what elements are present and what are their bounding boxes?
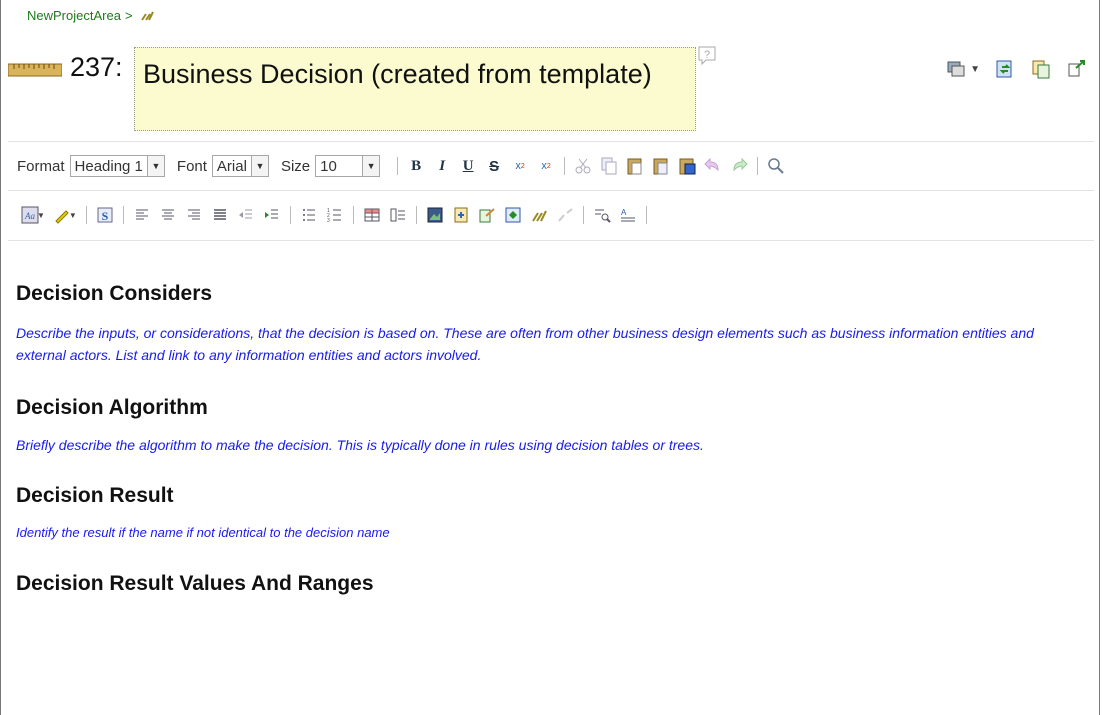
section-heading: Decision Result	[16, 484, 174, 507]
insert-link-icon[interactable]	[474, 204, 500, 226]
align-right-icon[interactable]	[181, 204, 207, 226]
format-select[interactable]: Heading 1 ▼	[69, 155, 165, 177]
breadcrumb: NewProjectArea >	[27, 8, 155, 23]
align-center-icon[interactable]	[155, 204, 181, 226]
toolbar-separator	[582, 206, 584, 224]
toolbar-separator	[757, 157, 759, 175]
svg-text:A: A	[621, 208, 627, 217]
table-icon[interactable]	[359, 204, 385, 226]
section-heading: Decision Result Values And Ranges	[16, 572, 374, 595]
format-select-value: Heading 1	[74, 158, 143, 175]
outdent-icon[interactable]	[233, 204, 259, 226]
divider	[8, 240, 1094, 241]
redo-icon[interactable]	[726, 155, 752, 177]
font-select[interactable]: Arial ▼	[211, 155, 269, 177]
font-label: Font	[176, 157, 207, 175]
breadcrumb-separator: >	[124, 8, 133, 23]
presentation-icon[interactable]: ▼	[946, 58, 980, 80]
table-properties-icon[interactable]	[385, 204, 411, 226]
toolbar-separator	[85, 206, 87, 224]
insert-diagram-icon[interactable]	[500, 204, 526, 226]
document-body[interactable]: Decision Considers Describe the inputs, …	[16, 282, 1086, 596]
insert-artifact-icon[interactable]	[448, 204, 474, 226]
bullet-list-icon[interactable]	[296, 204, 322, 226]
toolbar-separator	[645, 206, 647, 224]
numbered-list-icon[interactable]: 123	[322, 204, 348, 226]
copy-icon[interactable]	[1030, 58, 1052, 80]
find-replace-icon[interactable]	[589, 204, 615, 226]
header-actions: ▼	[946, 58, 1088, 80]
chevron-down-icon[interactable]: ▼	[69, 211, 77, 220]
paste-word-icon[interactable]	[674, 155, 700, 177]
toolbar-separator	[352, 206, 354, 224]
indent-icon[interactable]	[259, 204, 285, 226]
help-icon[interactable]: ?	[698, 46, 716, 66]
size-select-value: 10	[320, 158, 337, 175]
toolbar-separator	[122, 206, 124, 224]
format-toolbar: Format Heading 1 ▼ Font Arial ▼ Size 10 ▼ B…	[17, 153, 789, 179]
superscript-button[interactable]: x2	[533, 155, 559, 177]
underline-button[interactable]: U	[455, 155, 481, 177]
bold-button[interactable]: B	[403, 155, 429, 177]
section-heading: Decision Considers	[16, 282, 213, 305]
svg-text:?: ?	[704, 49, 710, 61]
chevron-down-icon[interactable]: ▼	[37, 211, 45, 220]
toolbar-separator	[289, 206, 291, 224]
paste-icon[interactable]	[622, 155, 648, 177]
svg-text:S: S	[102, 209, 109, 223]
divider	[8, 190, 1094, 191]
section-text: Briefly describe the algorithm to make t…	[16, 437, 704, 453]
unlink-icon[interactable]	[552, 204, 578, 226]
ruler-icon	[8, 63, 62, 77]
copy-icon[interactable]	[596, 155, 622, 177]
section-text: Identify the result if the name if not i…	[16, 525, 390, 540]
insert-toolbar: Aa ▼ ▼ S 123 A	[17, 202, 652, 228]
justify-icon[interactable]	[207, 204, 233, 226]
artifact-id: 237:	[70, 52, 123, 82]
link-icon[interactable]	[140, 10, 155, 22]
link-icon[interactable]	[1066, 58, 1088, 80]
section-heading: Decision Algorithm	[16, 396, 208, 419]
size-label: Size	[280, 157, 311, 175]
chevron-down-icon[interactable]: ▼	[970, 64, 980, 75]
section-text: Describe the inputs, or considerations, …	[16, 325, 1034, 363]
toolbar-separator	[415, 206, 417, 224]
find-icon[interactable]	[763, 155, 789, 177]
chevron-down-icon[interactable]: ▼	[362, 156, 380, 176]
spellcheck-icon[interactable]: A	[615, 204, 641, 226]
divider	[8, 141, 1094, 142]
align-left-icon[interactable]	[129, 204, 155, 226]
format-label: Format	[17, 157, 65, 175]
breadcrumb-project-link[interactable]: NewProjectArea	[27, 8, 121, 23]
chevron-down-icon[interactable]: ▼	[146, 156, 164, 176]
strikethrough-button[interactable]: S	[481, 155, 507, 177]
font-select-value: Arial	[216, 158, 247, 175]
image-icon[interactable]	[422, 204, 448, 226]
subscript-button[interactable]: x2	[507, 155, 533, 177]
remove-format-icon[interactable]: S	[92, 204, 118, 226]
chevron-down-icon[interactable]: ▼	[250, 156, 268, 176]
link-icon[interactable]	[526, 204, 552, 226]
italic-button[interactable]: I	[429, 155, 455, 177]
toolbar-separator	[397, 157, 399, 175]
svg-text:3: 3	[327, 218, 330, 224]
sync-icon[interactable]	[994, 58, 1016, 80]
artifact-title-field[interactable]: Business Decision (created from template…	[134, 47, 696, 131]
toolbar-separator	[564, 157, 566, 175]
cut-icon[interactable]	[570, 155, 596, 177]
svg-text:Aa: Aa	[24, 211, 35, 221]
size-select[interactable]: 10 ▼	[315, 155, 381, 177]
paste-text-icon[interactable]	[648, 155, 674, 177]
undo-icon[interactable]	[700, 155, 726, 177]
